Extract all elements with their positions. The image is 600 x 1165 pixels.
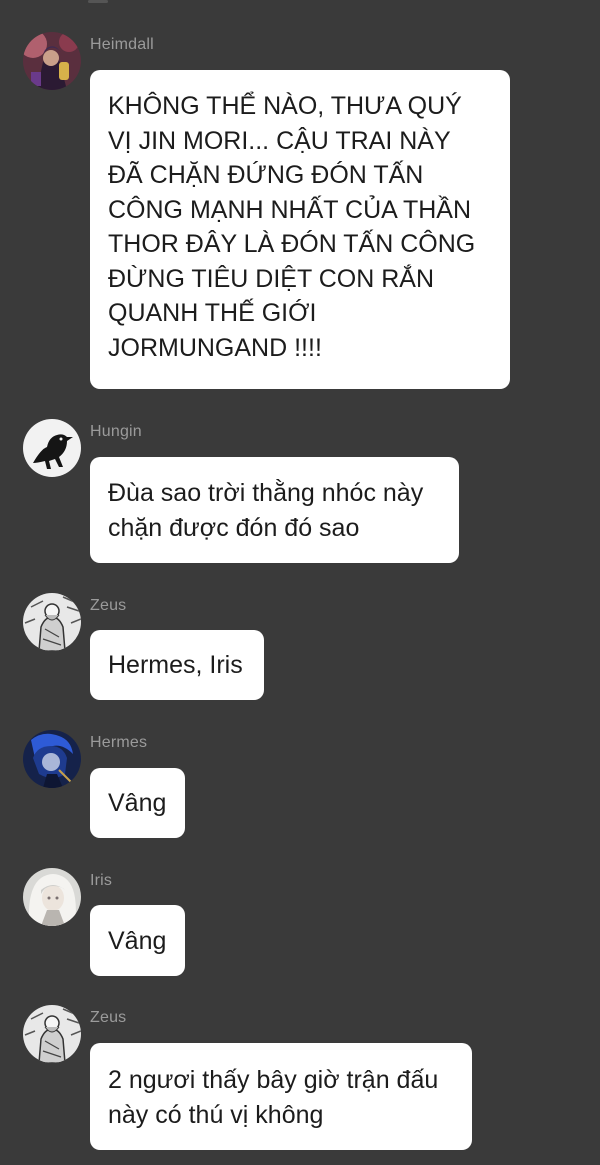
message-bubble[interactable]: Vâng [90, 905, 185, 976]
sender-name: Iris [90, 872, 113, 889]
message-bubble[interactable]: Vâng [90, 768, 185, 838]
message-bubble[interactable]: KHÔNG THỂ NÀO, THƯA QUÝ VỊ JIN MORI... C… [90, 70, 510, 389]
sender-name: Hungin [90, 423, 142, 440]
sender-name: Hermes [90, 734, 148, 751]
message-text-line: JORMUNGAND !!!! [108, 333, 322, 362]
message-text-line: QUANH THẾ GIỚI [108, 299, 317, 327]
message-text-line: Hermes, Iris [108, 651, 243, 679]
sender-name: Heimdall [90, 36, 154, 53]
message-text-line: Vâng [108, 927, 167, 955]
message-text-line: Đùa sao trời thằng nhóc này [108, 479, 424, 507]
message-text-line: ĐÃ CHẶN ĐỨNG ĐÓN TẤN [108, 161, 424, 189]
message-text-line: chặn được đón đó sao [108, 513, 360, 542]
message-text-line: VỊ JIN MORI... CẬU TRAI NÀY [108, 126, 451, 155]
hermes-avatar-icon[interactable] [23, 730, 81, 788]
message-text-line: này có thú vị không [108, 1100, 324, 1129]
message-text-line: CÔNG MẠNH NHẤT CỦA THẦN [108, 195, 472, 224]
message-bubble[interactable]: Đùa sao trời thằng nhóc này chặn được đó… [90, 457, 459, 563]
chat-thread[interactable]: Heimdall KHÔNG THỂ NÀO, THƯA QUÝ VỊ JIN … [0, 0, 600, 1165]
crow-avatar-icon[interactable] [23, 419, 81, 477]
message-text-line: KHÔNG THỂ NÀO, THƯA QUÝ [108, 92, 462, 120]
divider [88, 0, 108, 3]
heimdall-avatar-icon[interactable] [23, 32, 81, 90]
message-text-line: Vâng [108, 789, 167, 817]
iris-avatar-icon[interactable] [23, 868, 81, 926]
sender-name: Zeus [90, 1009, 127, 1026]
message-text-line: 2 ngươi thấy bây giờ trận đấu [108, 1066, 439, 1094]
message-text-line: THOR ĐÂY LÀ ĐÓN TẤN CÔNG [108, 230, 476, 258]
message-bubble[interactable]: Hermes, Iris [90, 630, 264, 700]
zeus-avatar-icon[interactable] [23, 1005, 81, 1063]
message-bubble[interactable]: 2 ngươi thấy bây giờ trận đấu này có thú… [90, 1043, 472, 1150]
message-text-line: ĐỪNG TIÊU DIỆT CON RẮN [108, 264, 435, 293]
zeus-avatar-icon[interactable] [23, 593, 81, 651]
sender-name: Zeus [90, 597, 127, 614]
